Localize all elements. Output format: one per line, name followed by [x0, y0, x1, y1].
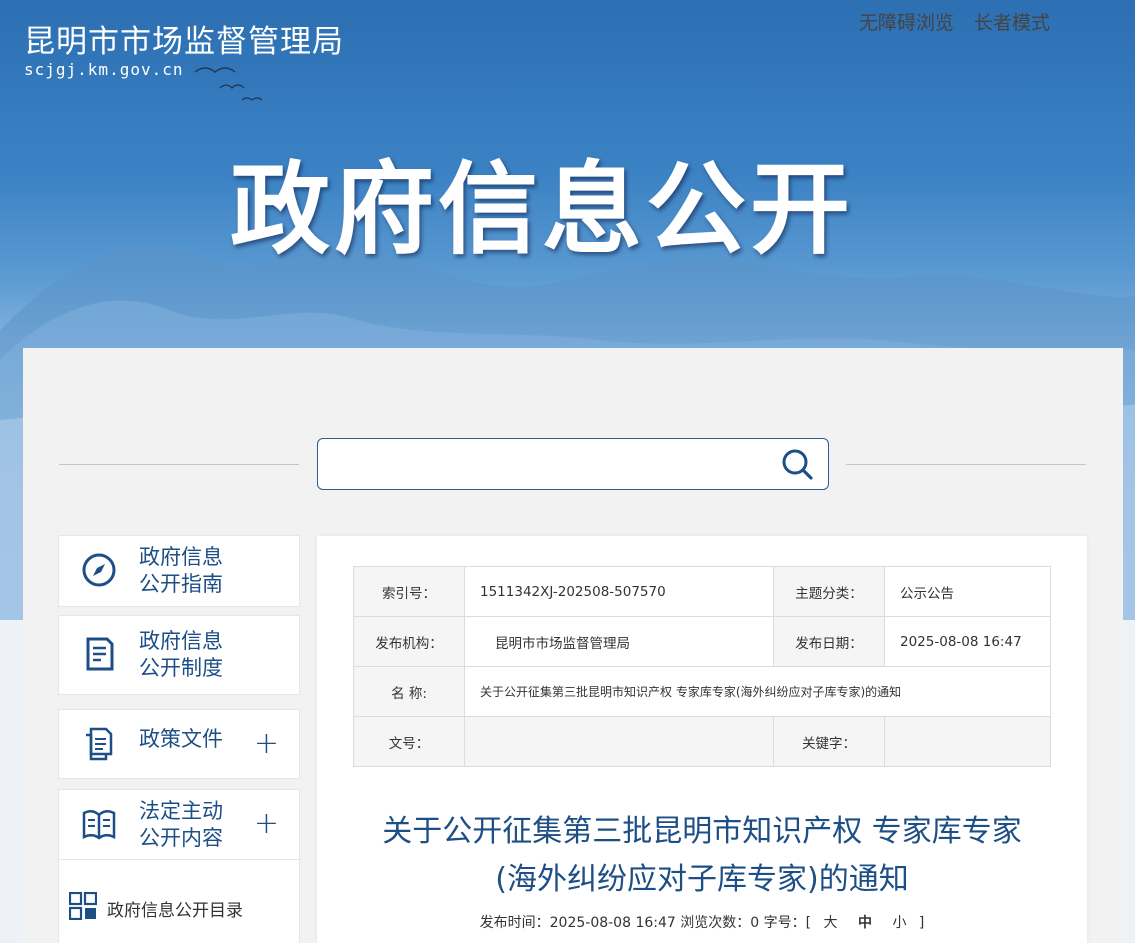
- expand-plus-icon[interactable]: +: [254, 806, 279, 841]
- search-icon[interactable]: [780, 448, 814, 480]
- table-row: 文号： 关键字：: [353, 716, 1051, 767]
- publish-info: 发布时间：2025-08-08 16:47 浏览次数：0 字号：[ 大 中 小 …: [317, 912, 1087, 932]
- keyword-label: 关键字：: [773, 716, 885, 767]
- name-label: 名 称:: [353, 666, 465, 717]
- sidebar-item-system[interactable]: 政府信息 公开制度: [59, 616, 299, 694]
- elder-mode-link[interactable]: 长者模式: [974, 12, 1050, 34]
- search-divider-left: [59, 464, 299, 465]
- top-links: 无障碍浏览 长者模式: [845, 8, 1050, 35]
- table-row: 索引号： 1511342XJ-202508-507570 主题分类： 公示公告: [353, 566, 1051, 617]
- sidebar-item-label: 公开指南: [139, 572, 223, 596]
- sidebar-item-label: 公开制度: [139, 656, 223, 680]
- article-title-line: 关于公开征集第三批昆明市知识产权 专家库专家: [382, 814, 1022, 849]
- expand-plus-icon[interactable]: +: [254, 726, 279, 761]
- name-value: 关于公开征集第三批昆明市知识产权 专家库专家(海外纠纷应对子库专家)的通知: [464, 666, 1051, 717]
- font-small-button[interactable]: 小: [892, 915, 906, 931]
- metadata-table: 索引号： 1511342XJ-202508-507570 主题分类： 公示公告 …: [353, 566, 1051, 767]
- site-domain: scjgj.km.gov.cn: [24, 60, 184, 79]
- book-icon: [82, 810, 116, 840]
- document-icon: [86, 637, 114, 671]
- font-large-button[interactable]: 大: [824, 915, 838, 931]
- table-row: 发布机构： 昆明市市场监督管理局 发布日期： 2025-08-08 16:47: [353, 616, 1051, 667]
- hero-title: 政府信息公开: [230, 151, 854, 268]
- org-value: 昆明市市场监督管理局: [464, 616, 774, 667]
- compass-icon: [82, 553, 116, 587]
- sidebar-item-guide[interactable]: 政府信息 公开指南: [59, 536, 299, 606]
- birds-decoration: [194, 67, 263, 101]
- topic-value: 公示公告: [884, 566, 1051, 617]
- index-label: 索引号：: [353, 566, 465, 617]
- doc-no-label: 文号：: [353, 716, 465, 767]
- index-value: 1511342XJ-202508-507570: [464, 566, 774, 617]
- sidebar-item-label: 政策文件: [139, 727, 223, 751]
- topic-label: 主题分类：: [773, 566, 885, 617]
- publish-suffix: ]: [918, 915, 925, 931]
- doc-no-value: [464, 716, 774, 767]
- table-row: 名 称: 关于公开征集第三批昆明市知识产权 专家库专家(海外纠纷应对子库专家)的…: [353, 666, 1051, 717]
- sidebar-item-statutory[interactable]: 法定主动 公开内容 +: [59, 790, 299, 860]
- date-label: 发布日期：: [773, 616, 885, 667]
- sidebar-item-catalog[interactable]: 政府信息公开目录: [59, 860, 299, 943]
- files-icon: [86, 727, 113, 761]
- publish-meta: 发布时间：2025-08-08 16:47 浏览次数：0 字号：[: [479, 915, 812, 931]
- article-title: 关于公开征集第三批昆明市知识产权 专家库专家 (海外纠纷应对子库专家)的通知: [337, 808, 1067, 904]
- sidebar-item-policy[interactable]: 政策文件 +: [59, 710, 299, 778]
- sidebar-item-label: 政府信息: [139, 629, 223, 653]
- article-content: 索引号： 1511342XJ-202508-507570 主题分类： 公示公告 …: [317, 536, 1087, 943]
- search-box: [317, 438, 829, 490]
- org-label: 发布机构：: [353, 616, 465, 667]
- search-divider-right: [846, 464, 1086, 465]
- accessibility-link[interactable]: 无障碍浏览: [859, 12, 954, 34]
- font-medium-button[interactable]: 中: [858, 915, 872, 931]
- main-panel: 政府信息 公开指南 政府信息 公开制度 政策文件 + 法定主动 公开内容 + 政…: [23, 348, 1123, 943]
- keyword-value: [884, 716, 1051, 767]
- sidebar-item-label: 政府信息: [139, 545, 223, 569]
- sidebar-sub-label: 政府信息公开目录: [107, 901, 243, 921]
- search-input[interactable]: [328, 447, 772, 481]
- sidebar-item-label: 公开内容: [139, 826, 223, 850]
- sidebar-item-label: 法定主动: [139, 799, 223, 823]
- date-value: 2025-08-08 16:47: [884, 616, 1051, 667]
- article-title-line: (海外纠纷应对子库专家)的通知: [495, 862, 909, 897]
- grid-icon: [69, 892, 97, 920]
- site-name: 昆明市市场监督管理局: [24, 24, 344, 60]
